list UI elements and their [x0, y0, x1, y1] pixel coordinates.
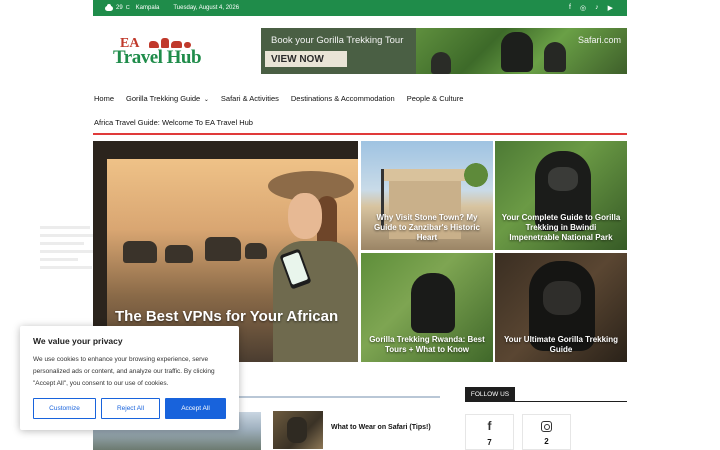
- nav-africa-travel-guide[interactable]: Africa Travel Guide: Welcome To EA Trave…: [94, 118, 253, 127]
- faded-overlay-content: [40, 226, 98, 300]
- elephant-figure: [205, 237, 241, 261]
- gorilla-figure: [544, 42, 566, 72]
- elephant-figure: [123, 241, 157, 263]
- post-thumbnail-small[interactable]: [273, 411, 323, 449]
- banner-headline: Book your Gorilla Trekking Tour: [271, 35, 404, 46]
- top-social-links: f ◎ ♪ ▶: [569, 4, 613, 12]
- cookie-title: We value your privacy: [33, 336, 123, 346]
- featured-post-bwindi[interactable]: Your Complete Guide to Gorilla Trekking …: [495, 141, 627, 250]
- gorilla-figure: [501, 32, 533, 72]
- banner-brand: Safari.com: [577, 35, 621, 45]
- current-date: Tuesday, August 4, 2026: [173, 5, 240, 11]
- instagram-icon[interactable]: ◎: [580, 4, 586, 12]
- facebook-icon[interactable]: f: [569, 4, 571, 12]
- cookie-body: We use cookies to enhance your browsing …: [33, 356, 215, 387]
- featured-post-ultimate-guide[interactable]: Your Ultimate Gorilla Trekking Guide: [495, 253, 627, 362]
- banner-cta-button[interactable]: VIEW NOW: [265, 51, 347, 67]
- follow-us-heading: FOLLOW US: [465, 387, 515, 401]
- chevron-down-icon: ⌄: [202, 97, 209, 103]
- reject-all-button[interactable]: Reject All: [101, 398, 160, 419]
- tile-title: Your Ultimate Gorilla Trekking Guide: [503, 335, 619, 354]
- nav-destinations[interactable]: Destinations & Accommodation: [291, 94, 395, 103]
- instagram-count: 2: [544, 437, 549, 446]
- cookie-buttons: Customize Reject All Accept All: [33, 398, 226, 419]
- nav-gorilla-trekking-guide[interactable]: Gorilla Trekking Guide ⌄: [126, 94, 209, 103]
- cookie-consent-dialog: We value your privacy We use cookies to …: [20, 326, 239, 430]
- featured-post-stone-town[interactable]: Why Visit Stone Town? My Guide to Zanzib…: [361, 141, 493, 250]
- facebook-count: 7: [487, 438, 492, 447]
- instagram-follow-box[interactable]: 2: [522, 414, 571, 450]
- nav-people-culture[interactable]: People & Culture: [407, 94, 464, 103]
- cloud-icon: [105, 3, 113, 11]
- post-title[interactable]: What to Wear on Safari (Tips!): [331, 424, 431, 431]
- weather-city: Kampala: [135, 5, 160, 11]
- nav-home[interactable]: Home: [94, 94, 114, 103]
- palm-tree: [459, 159, 493, 199]
- tiktok-icon[interactable]: ♪: [595, 4, 599, 12]
- featured-post-rwanda[interactable]: Gorilla Trekking Rwanda: Best Tours + Wh…: [361, 253, 493, 362]
- tile-title: Your Complete Guide to Gorilla Trekking …: [501, 213, 621, 242]
- temperature-unit: C: [125, 5, 130, 11]
- follow-divider: [465, 401, 627, 402]
- site-logo[interactable]: EA Travel Hub: [113, 36, 223, 68]
- nav-gorilla-label: Gorilla Trekking Guide: [126, 94, 201, 103]
- elephant-figure: [165, 245, 193, 263]
- vehicle-frame: [93, 141, 358, 159]
- main-nav: Home Gorilla Trekking Guide ⌄ Safari & A…: [94, 94, 463, 103]
- weather-widget: 29 C Kampala: [105, 3, 160, 11]
- top-bar: 29 C Kampala Tuesday, August 4, 2026 f ◎…: [93, 0, 627, 16]
- instagram-icon: [541, 421, 552, 432]
- banner-cta-label: VIEW NOW: [271, 53, 324, 65]
- logo-main-text: Travel Hub: [113, 47, 202, 68]
- facebook-icon: f: [487, 419, 492, 433]
- gorilla-face: [548, 167, 578, 191]
- gorilla-face: [543, 281, 581, 315]
- tile-title: Why Visit Stone Town? My Guide to Zanzib…: [374, 213, 480, 242]
- nav-divider: [93, 133, 627, 135]
- temperature: 29: [116, 5, 123, 11]
- accept-all-button[interactable]: Accept All: [165, 398, 226, 419]
- gorilla-figure: [431, 52, 451, 74]
- tile-title: Gorilla Trekking Rwanda: Best Tours + Wh…: [369, 335, 485, 354]
- nav-safari-activities[interactable]: Safari & Activities: [221, 94, 279, 103]
- youtube-icon[interactable]: ▶: [608, 4, 613, 12]
- elephant-figure: [245, 243, 267, 259]
- face: [288, 193, 322, 239]
- customize-button[interactable]: Customize: [33, 398, 96, 419]
- page: 29 C Kampala Tuesday, August 4, 2026 f ◎…: [0, 0, 720, 450]
- banner-ad[interactable]: Book your Gorilla Trekking Tour VIEW NOW…: [261, 28, 627, 74]
- gorilla-figure: [411, 273, 455, 333]
- facebook-follow-box[interactable]: f 7: [465, 414, 514, 450]
